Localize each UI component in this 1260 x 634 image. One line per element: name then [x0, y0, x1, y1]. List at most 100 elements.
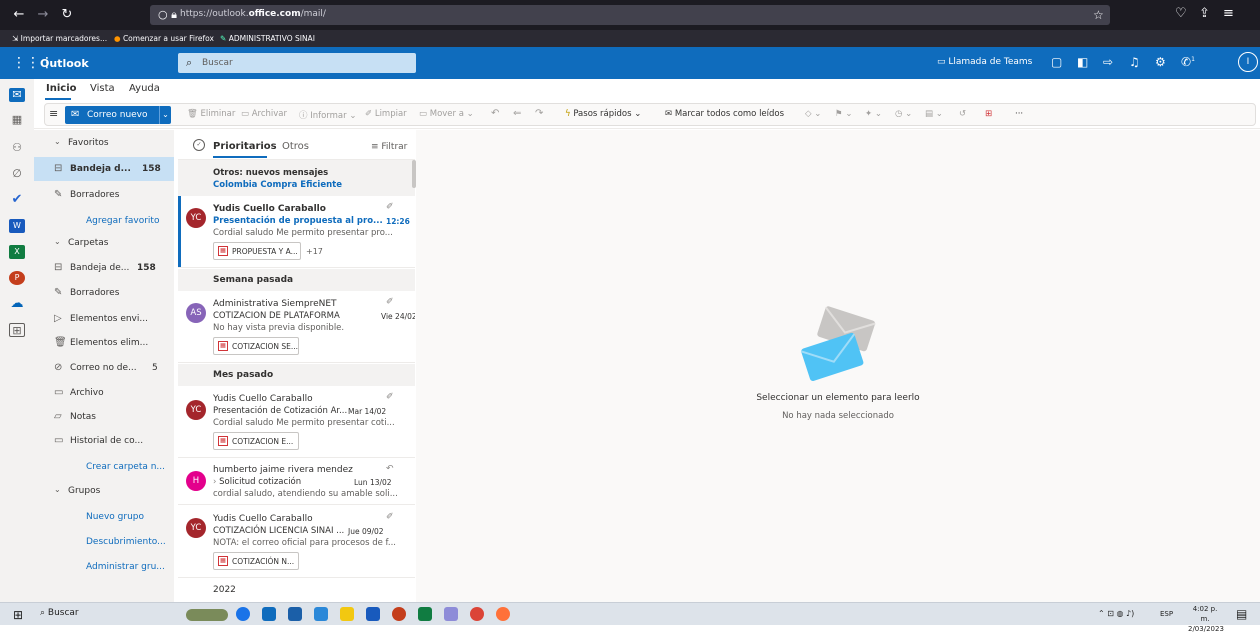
folder-inbox[interactable]: ⊟ Bandeja de... 158: [34, 256, 174, 280]
media-icon[interactable]: [444, 607, 458, 621]
forward-mail-icon[interactable]: ⇨: [1103, 55, 1113, 69]
word-icon[interactable]: ◧: [1077, 55, 1088, 69]
bookmark-firefox[interactable]: ● Comenzar a usar Firefox: [114, 34, 214, 43]
favorite-inbox[interactable]: ⊟ Bandeja d... 158: [34, 157, 174, 181]
tab-vista[interactable]: Vista: [90, 83, 115, 94]
clock-icon[interactable]: ◷ ⌄: [895, 109, 912, 119]
tips-icon[interactable]: ✆1: [1181, 55, 1195, 69]
select-all-icon[interactable]: ✓: [193, 139, 205, 151]
edge-icon[interactable]: [236, 607, 250, 621]
tag-icon[interactable]: ◇ ⌄: [805, 109, 821, 119]
archive-button[interactable]: ▭ Archivar: [241, 109, 287, 119]
attachment-chip[interactable]: ▦ COTIZACION SE...: [213, 337, 299, 355]
todo-icon[interactable]: ✔: [9, 193, 25, 207]
search-input[interactable]: ⌕ Buscar: [178, 53, 416, 73]
reply-all-icon[interactable]: ⇐: [513, 108, 521, 119]
folder-notes[interactable]: ▱ Notas: [34, 405, 174, 429]
word-taskbar-icon[interactable]: [366, 607, 380, 621]
app-name[interactable]: Outlook: [40, 57, 89, 70]
apps-icon[interactable]: ⊞: [985, 109, 992, 119]
back-icon[interactable]: ←: [12, 8, 26, 22]
avatar[interactable]: I: [1238, 52, 1258, 72]
attachment-chip[interactable]: ▦ COTIZACIÓN N...: [213, 552, 299, 570]
notifications-icon[interactable]: ▤: [1236, 607, 1247, 621]
list-item[interactable]: YC Yudis Cuello Caraballo ✐ Presentación…: [178, 196, 415, 268]
list-item[interactable]: YC Yudis Cuello Caraballo ✐ COTIZACIÓN L…: [178, 506, 415, 578]
onedrive-icon[interactable]: ☁: [9, 297, 25, 311]
bookmark-sinai[interactable]: ✎ ADMINISTRATIVO SINAI: [220, 34, 315, 43]
flag-icon[interactable]: ⚑ ⌄: [835, 109, 852, 119]
calendar-icon[interactable]: ▦: [9, 113, 25, 127]
others-banner[interactable]: Otros: nuevos mensajes Colombia Compra E…: [178, 160, 415, 196]
mail-icon[interactable]: ✉: [9, 88, 25, 102]
folder-deleted[interactable]: 🗑︎ Elementos elim...: [34, 331, 174, 355]
gear-icon[interactable]: ⚙: [1155, 55, 1166, 69]
mail-taskbar-icon[interactable]: [314, 607, 328, 621]
report-button[interactable]: ⓘ Informar ⌄: [299, 109, 356, 121]
more-apps-icon[interactable]: ⊞: [9, 323, 25, 337]
tab-focused[interactable]: Prioritarios: [213, 141, 277, 152]
discover-groups-link[interactable]: Descubrimiento...: [34, 530, 174, 554]
quick-steps-button[interactable]: ϟ Pasos rápidos ⌄: [565, 109, 641, 119]
people-icon[interactable]: ⚇: [9, 141, 25, 155]
favorites-section[interactable]: ⌄ Favoritos: [34, 131, 174, 155]
system-tray[interactable]: ⌃ ⊡ ◍ ♪): [1098, 609, 1134, 618]
chevron-down-icon[interactable]: ⌄: [159, 106, 171, 124]
attachment-chip[interactable]: ▦ COTIZACION E...: [213, 432, 299, 450]
explorer-icon[interactable]: [340, 607, 354, 621]
mark-all-read-button[interactable]: ✉ Marcar todos como leídos: [665, 109, 784, 119]
more-options-icon[interactable]: ···: [1015, 109, 1023, 119]
outlook-taskbar-icon[interactable]: [262, 607, 276, 621]
menu-icon[interactable]: ≡: [1223, 6, 1234, 21]
favorite-drafts[interactable]: ✎ Borradores: [34, 183, 174, 207]
chat-icon[interactable]: ▢: [1051, 55, 1062, 69]
powerpoint-taskbar-icon[interactable]: [392, 607, 406, 621]
landscape-widget-icon[interactable]: [186, 609, 228, 621]
excel-taskbar-icon[interactable]: [418, 607, 432, 621]
firefox-icon[interactable]: [496, 607, 510, 621]
chrome-icon[interactable]: [470, 607, 484, 621]
attach-icon[interactable]: ∅: [9, 167, 25, 181]
tab-ayuda[interactable]: Ayuda: [129, 83, 160, 94]
move-button[interactable]: ▭ Mover a ⌄: [419, 109, 474, 119]
create-folder-link[interactable]: Crear carpeta n...: [34, 455, 174, 479]
taskbar-search[interactable]: ⌕ Buscar: [40, 608, 79, 618]
url-bar[interactable]: ○ 🔒︎ https://outlook.office.com/mail/: [150, 5, 1110, 25]
list-item[interactable]: AS Administrativa SiempreNET ✐ COTIZACIO…: [178, 291, 415, 363]
reply-icon[interactable]: ↶: [491, 108, 499, 119]
teams-call-button[interactable]: ▭ Llamada de Teams: [937, 57, 1032, 67]
tab-others[interactable]: Otros: [282, 141, 309, 152]
reload-icon[interactable]: ↻: [60, 8, 74, 22]
folder-sent[interactable]: ▷ Elementos envi...: [34, 307, 174, 331]
folder-drafts[interactable]: ✎ Borradores: [34, 281, 174, 305]
new-mail-button[interactable]: ✉ Correo nuevo ⌄: [65, 106, 171, 124]
filter-button[interactable]: ≡ Filtrar: [371, 142, 407, 152]
manage-groups-link[interactable]: Administrar gru...: [34, 555, 174, 579]
extensions-icon[interactable]: ⇪: [1199, 6, 1210, 21]
forward-icon[interactable]: →: [36, 8, 50, 22]
add-favorite-link[interactable]: Agregar favorito: [34, 209, 174, 233]
new-group-link[interactable]: Nuevo grupo: [34, 505, 174, 529]
pocket-icon[interactable]: ♡: [1175, 6, 1187, 21]
bookmark-star-icon[interactable]: ☆: [1093, 8, 1104, 22]
excel-app-icon[interactable]: X: [9, 245, 25, 259]
language-indicator[interactable]: ESP: [1160, 610, 1173, 618]
windows-start-icon[interactable]: ⊞: [13, 608, 23, 622]
folder-junk[interactable]: ⊘ Correo no de... 5: [34, 356, 174, 380]
tab-inicio[interactable]: Inicio: [46, 83, 77, 94]
folders-section[interactable]: ⌄ Carpetas: [34, 231, 174, 255]
clock[interactable]: 4:02 p. m. 2/03/2023: [1188, 604, 1224, 634]
pin-icon[interactable]: ✦ ⌄: [865, 109, 882, 119]
hamburger-icon[interactable]: ≡: [49, 107, 58, 120]
rules-icon[interactable]: ▤ ⌄: [925, 109, 943, 119]
groups-section[interactable]: ⌄ Grupos: [34, 479, 174, 503]
forward-icon[interactable]: ↷: [535, 108, 543, 119]
undo-icon[interactable]: ↺: [959, 109, 966, 119]
delete-button[interactable]: 🗑︎ Eliminar: [187, 109, 235, 119]
bookmark-import[interactable]: ⇲ Importar marcadores...: [12, 34, 107, 43]
store-icon[interactable]: [288, 607, 302, 621]
bell-icon[interactable]: ♫: [1129, 55, 1140, 69]
sweep-button[interactable]: ✐ Limpiar: [365, 109, 407, 119]
attachment-chip[interactable]: ▦ PROPUESTA Y A...: [213, 242, 301, 260]
folder-conversation-history[interactable]: ▭ Historial de co...: [34, 429, 174, 453]
